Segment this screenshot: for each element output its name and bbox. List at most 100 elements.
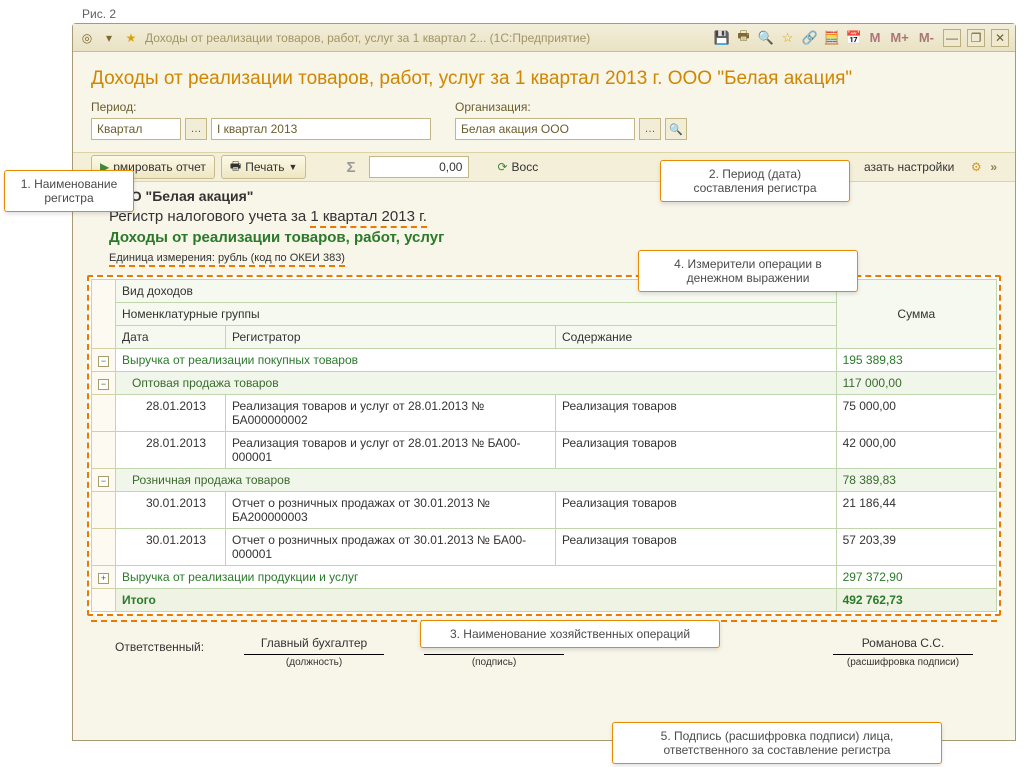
org-label: Организация: (455, 100, 687, 114)
cell-registrator: Реализация товаров и услуг от 28.01.2013… (226, 395, 556, 432)
cell-registrator: Реализация товаров и услуг от 28.01.2013… (226, 432, 556, 469)
calendar-icon[interactable]: 📅 (845, 29, 863, 47)
sign-signature-caption: (подпись) (424, 654, 564, 668)
callout-4-line2: денежном выражении (649, 271, 847, 285)
sigma-icon[interactable]: Σ (338, 155, 363, 179)
org-input[interactable]: Белая акация ООО (455, 118, 635, 140)
tree-column (92, 280, 116, 349)
sum-display: 0,00 (369, 156, 469, 178)
titlebar: ◎ ▾ ★ Доходы от реализации товаров, рабо… (73, 24, 1015, 52)
expand-toolbar-icon[interactable]: » (990, 160, 997, 174)
data-grid-wrapper: Вид доходов Сумма Номенклатурные группы … (87, 275, 1001, 616)
collapse-icon[interactable]: − (98, 476, 109, 487)
data-row[interactable]: 28.01.2013 Реализация товаров и услуг от… (92, 395, 997, 432)
sign-position: Главный бухгалтер (должность) (244, 636, 384, 668)
collapse-icon[interactable]: − (98, 379, 109, 390)
show-settings-label: азать настройки (864, 160, 954, 174)
callout-3: 3. Наименование хозяйственных операций (420, 620, 720, 648)
window-title: Доходы от реализации товаров, работ, усл… (145, 31, 707, 45)
org-filter: Организация: Белая акация ООО … 🔍 (455, 100, 687, 140)
report-toolbar: ▶ рмировать отчет 🖶 Печать ▼ Σ 0,00 ⟳ Во… (73, 152, 1015, 182)
header-period-underline: 1 квартал 2013 г. (310, 208, 427, 228)
calc-icon[interactable]: 🧮 (823, 29, 841, 47)
callout-1: 1. Наименование регистра (4, 170, 134, 212)
period-type-input[interactable]: Квартал (91, 118, 181, 140)
group-sum: 195 389,83 (836, 349, 996, 372)
subgroup-name: Оптовая продажа товаров (116, 372, 837, 395)
cell-registrator: Отчет о розничных продажах от 30.01.2013… (226, 492, 556, 529)
print-icon[interactable]: 🖶 (735, 29, 753, 47)
header-report-name: Доходы от реализации товаров, работ, усл… (109, 229, 1001, 246)
minimize-button[interactable]: — (943, 29, 961, 47)
fav-icon[interactable]: ☆ (779, 29, 797, 47)
callout-1-text: 1. Наименование регистра (21, 177, 118, 205)
org-search-icon[interactable]: 🔍 (665, 118, 687, 140)
back-icon[interactable]: ▾ (101, 30, 117, 46)
data-row[interactable]: 30.01.2013 Отчет о розничных продажах от… (92, 529, 997, 566)
group-row[interactable]: + Выручка от реализации продукции и услу… (92, 566, 997, 589)
save-icon[interactable]: 💾 (713, 29, 731, 47)
sign-name: Романова С.С. (расшифровка подписи) (833, 636, 973, 668)
restore-label: Восс (512, 160, 539, 174)
chevron-down-icon: ▼ (289, 162, 298, 172)
cell-date: 30.01.2013 (116, 529, 226, 566)
data-row[interactable]: 28.01.2013 Реализация товаров и услуг от… (92, 432, 997, 469)
total-label: Итого (116, 589, 837, 612)
org-picker[interactable]: … (639, 118, 661, 140)
report-header: ООО "Белая акация" Регистр налогового уч… (87, 188, 1001, 246)
restore-button[interactable]: ❐ (967, 29, 985, 47)
data-row[interactable]: 30.01.2013 Отчет о розничных продажах от… (92, 492, 997, 529)
cell-date: 28.01.2013 (116, 432, 226, 469)
settings-icon[interactable]: ⚙ (968, 159, 984, 175)
cell-sum: 57 203,39 (836, 529, 996, 566)
close-button[interactable]: ✕ (991, 29, 1009, 47)
expand-icon[interactable]: + (98, 573, 109, 584)
print-label: Печать (245, 160, 284, 174)
unit-line: Единица измерения: рубль (код по ОКЕИ 38… (109, 252, 345, 267)
callout-4-line1: 4. Измерители операции в (649, 257, 847, 271)
mem-mplus[interactable]: M+ (887, 30, 911, 45)
cell-date: 28.01.2013 (116, 395, 226, 432)
period-filter: Период: Квартал … I квартал 2013 (91, 100, 431, 140)
sign-position-caption: (должность) (244, 654, 384, 668)
col-registrator: Регистратор (226, 326, 556, 349)
col-date: Дата (116, 326, 226, 349)
period-value-input[interactable]: I квартал 2013 (211, 118, 431, 140)
group-name: Выручка от реализации продукции и услуг (116, 566, 837, 589)
period-type-picker[interactable]: … (185, 118, 207, 140)
subgroup-name: Розничная продажа товаров (116, 469, 837, 492)
printer-icon: 🖶 (230, 157, 241, 178)
total-sum: 492 762,73 (836, 589, 996, 612)
group-sum: 297 372,90 (836, 566, 996, 589)
callout-4: 4. Измерители операции в денежном выраже… (638, 250, 858, 292)
star-icon[interactable]: ★ (123, 30, 139, 46)
refresh-icon: ⟳ (497, 160, 507, 174)
callout-5-line2: ответственного за составление регистра (623, 743, 931, 757)
app-icon: ◎ (79, 30, 95, 46)
group-row[interactable]: − Выручка от реализации покупных товаров… (92, 349, 997, 372)
cell-date: 30.01.2013 (116, 492, 226, 529)
preview-icon[interactable]: 🔍 (757, 29, 775, 47)
link-icon[interactable]: 🔗 (801, 29, 819, 47)
subgroup-row[interactable]: − Оптовая продажа товаров 117 000,00 (92, 372, 997, 395)
callout-3-text: 3. Наименование хозяйственных операций (450, 627, 690, 641)
collapse-icon[interactable]: − (98, 356, 109, 367)
report-title: Доходы от реализации товаров, работ, усл… (73, 52, 1015, 100)
data-grid: Вид доходов Сумма Номенклатурные группы … (91, 279, 997, 612)
col-content: Содержание (556, 326, 837, 349)
header-org: ООО "Белая акация" (109, 188, 1001, 204)
sign-name-value: Романова С.С. (833, 636, 973, 654)
subgroup-row[interactable]: − Розничная продажа товаров 78 389,83 (92, 469, 997, 492)
cell-content: Реализация товаров (556, 492, 837, 529)
sign-position-value: Главный бухгалтер (244, 636, 384, 654)
header-register-line: Регистр налогового учета за 1 квартал 20… (109, 208, 1001, 225)
sign-name-caption: (расшифровка подписи) (833, 654, 973, 668)
cell-content: Реализация товаров (556, 395, 837, 432)
print-button[interactable]: 🖶 Печать ▼ (221, 155, 307, 179)
mem-mminus[interactable]: M- (916, 30, 937, 45)
mem-m[interactable]: M (867, 30, 884, 45)
show-settings-button[interactable]: азать настройки (856, 155, 962, 179)
grid-header-row1: Вид доходов Сумма (92, 280, 997, 303)
restore-settings-button[interactable]: ⟳ Восс (489, 155, 546, 179)
cell-sum: 42 000,00 (836, 432, 996, 469)
